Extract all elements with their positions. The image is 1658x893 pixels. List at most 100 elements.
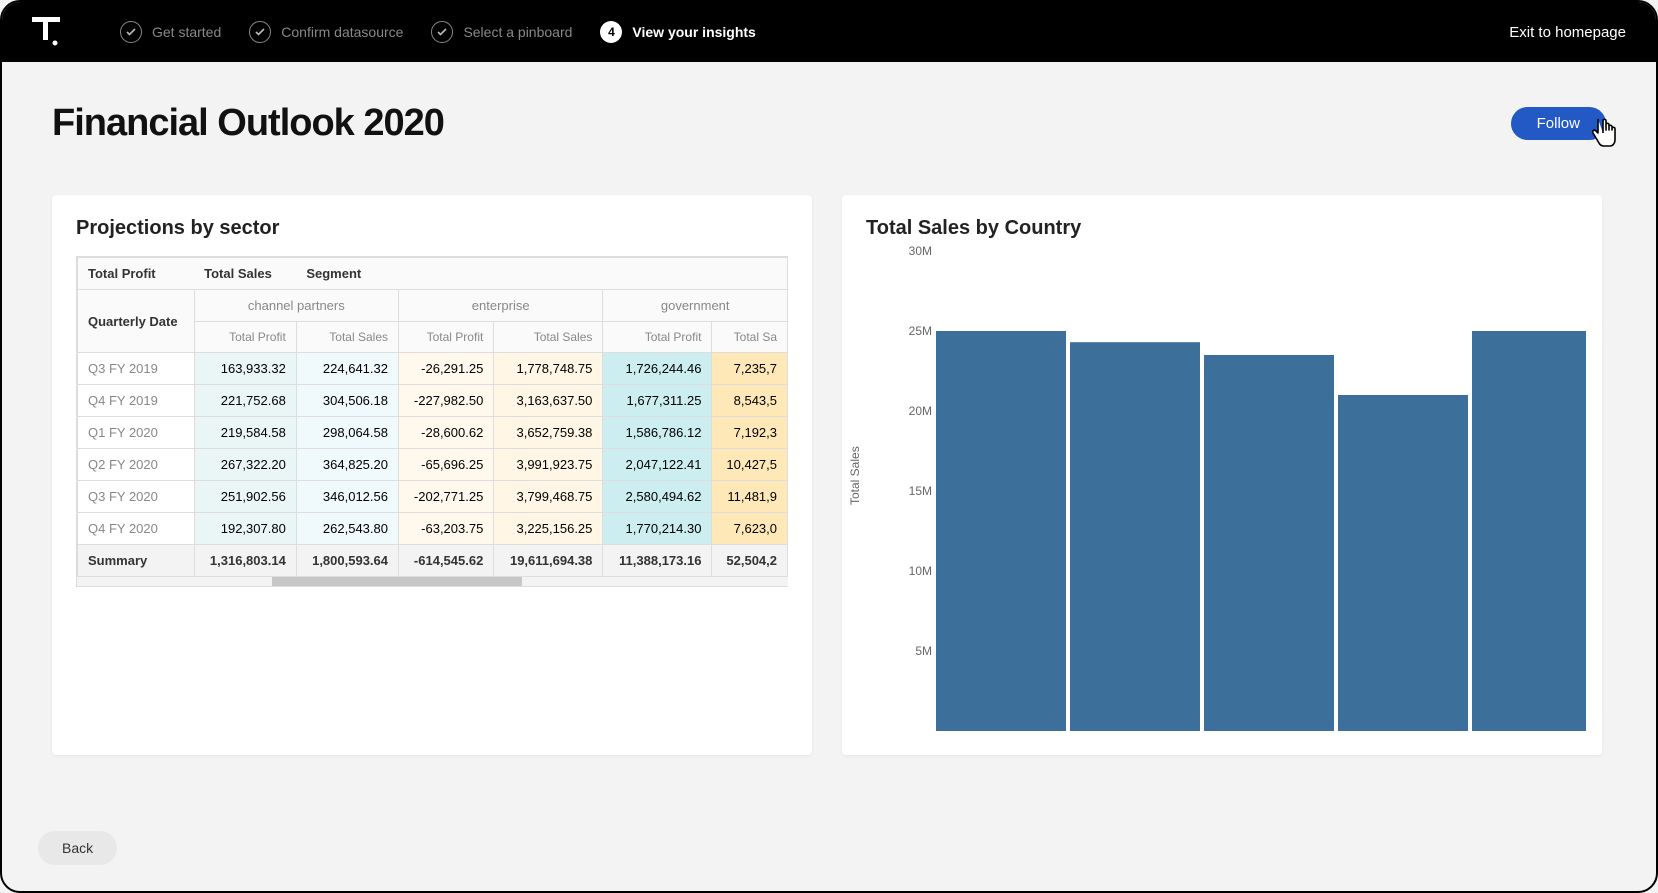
title-row: Financial Outlook 2020 Follow — [52, 102, 1606, 145]
th-segment[interactable]: Segment — [296, 258, 787, 290]
cell: 298,064.58 — [296, 417, 398, 449]
row-header: Q3 FY 2019 — [78, 353, 195, 385]
summary-cell: -614,545.62 — [399, 545, 494, 577]
page-title: Financial Outlook 2020 — [52, 102, 444, 145]
topbar: Get started Confirm datasource Select a … — [2, 2, 1656, 62]
summary-label: Summary — [78, 545, 195, 577]
cell: -65,696.25 — [399, 449, 494, 481]
logo — [32, 17, 60, 47]
cell: 364,825.20 — [296, 449, 398, 481]
y-axis-label: Total Sales — [848, 446, 862, 505]
content: Financial Outlook 2020 Follow Projection… — [2, 62, 1656, 775]
cell: 3,225,156.25 — [494, 513, 603, 545]
card-title: Total Sales by Country — [866, 217, 1578, 240]
bar[interactable] — [1070, 342, 1200, 731]
cell: 2,580,494.62 — [603, 481, 712, 513]
summary-cell: 11,388,173.16 — [603, 545, 712, 577]
back-button[interactable]: Back — [38, 831, 117, 865]
cell: 3,799,468.75 — [494, 481, 603, 513]
cell: 8,543,5 — [712, 385, 788, 417]
projections-table: Total Profit Total Sales Segment Quarter… — [77, 257, 788, 577]
cell: 2,047,122.41 — [603, 449, 712, 481]
step-label: Select a pinboard — [463, 24, 572, 40]
projections-card: Projections by sector Total Profit Total… — [52, 195, 812, 755]
cell: 3,652,759.38 — [494, 417, 603, 449]
cell: 3,163,637.50 — [494, 385, 603, 417]
cell: -28,600.62 — [399, 417, 494, 449]
cell: 1,770,214.30 — [603, 513, 712, 545]
cell: 346,012.56 — [296, 481, 398, 513]
cell: 251,902.56 — [194, 481, 296, 513]
cell: 1,586,786.12 — [603, 417, 712, 449]
table-row[interactable]: Q1 FY 2020219,584.58298,064.58-28,600.62… — [78, 417, 788, 449]
cell: 163,933.32 — [194, 353, 296, 385]
table-row[interactable]: Q3 FY 2020251,902.56346,012.56-202,771.2… — [78, 481, 788, 513]
cell: -63,203.75 — [399, 513, 494, 545]
summary-cell: 52,504,2 — [712, 545, 788, 577]
summary-cell: 1,316,803.14 — [194, 545, 296, 577]
th-sub: Total Sales — [296, 322, 398, 353]
th-total-sales[interactable]: Total Sales — [194, 258, 296, 290]
bar[interactable] — [936, 331, 1066, 731]
cell: 267,322.20 — [194, 449, 296, 481]
steps: Get started Confirm datasource Select a … — [120, 21, 756, 43]
cell: 1,726,244.46 — [603, 353, 712, 385]
cell: -227,982.50 — [399, 385, 494, 417]
cell: 7,623,0 — [712, 513, 788, 545]
row-header: Q3 FY 2020 — [78, 481, 195, 513]
bar[interactable] — [1338, 395, 1468, 731]
step-select-pinboard[interactable]: Select a pinboard — [431, 21, 572, 43]
horizontal-scrollbar[interactable] — [77, 577, 788, 586]
table-wrap: Total Profit Total Sales Segment Quarter… — [76, 256, 788, 587]
step-confirm-datasource[interactable]: Confirm datasource — [249, 21, 403, 43]
th-total-profit[interactable]: Total Profit — [78, 258, 195, 290]
cards-row: Projections by sector Total Profit Total… — [52, 195, 1606, 755]
cell: 1,677,311.25 — [603, 385, 712, 417]
cell: 11,481,9 — [712, 481, 788, 513]
th-sub: Total Sa — [712, 322, 788, 353]
cell: -202,771.25 — [399, 481, 494, 513]
step-label: Get started — [152, 24, 221, 40]
step-label: View your insights — [632, 24, 755, 40]
bar[interactable] — [1472, 331, 1586, 731]
cell: 221,752.68 — [194, 385, 296, 417]
step-get-started[interactable]: Get started — [120, 21, 221, 43]
summary-row: Summary1,316,803.141,800,593.64-614,545.… — [78, 545, 788, 577]
cell: 7,235,7 — [712, 353, 788, 385]
check-icon — [431, 21, 453, 43]
table-row[interactable]: Q2 FY 2020267,322.20364,825.20-65,696.25… — [78, 449, 788, 481]
table-row[interactable]: Q4 FY 2019221,752.68304,506.18-227,982.5… — [78, 385, 788, 417]
table-row[interactable]: Q4 FY 2020192,307.80262,543.80-63,203.75… — [78, 513, 788, 545]
cell: -26,291.25 — [399, 353, 494, 385]
cell: 192,307.80 — [194, 513, 296, 545]
cell: 224,641.32 — [296, 353, 398, 385]
step-number: 4 — [600, 21, 622, 43]
step-view-insights[interactable]: 4 View your insights — [600, 21, 755, 43]
cell: 1,778,748.75 — [494, 353, 603, 385]
exit-link[interactable]: Exit to homepage — [1509, 24, 1626, 41]
th-seg-channel[interactable]: channel partners — [194, 290, 398, 322]
sales-by-country-card: Total Sales by Country Total Sales 30M25… — [842, 195, 1602, 755]
step-label: Confirm datasource — [281, 24, 403, 40]
th-seg-government[interactable]: government — [603, 290, 788, 322]
row-header: Q4 FY 2020 — [78, 513, 195, 545]
th-sub: Total Sales — [494, 322, 603, 353]
th-quarterly-date[interactable]: Quarterly Date — [78, 290, 195, 353]
th-sub: Total Profit — [399, 322, 494, 353]
bar[interactable] — [1204, 355, 1334, 731]
table-row[interactable]: Q3 FY 2019163,933.32224,641.32-26,291.25… — [78, 353, 788, 385]
cell: 304,506.18 — [296, 385, 398, 417]
check-icon — [249, 21, 271, 43]
card-title: Projections by sector — [76, 217, 788, 240]
row-header: Q1 FY 2020 — [78, 417, 195, 449]
cursor-pointer-icon — [1590, 117, 1620, 156]
th-sub: Total Profit — [603, 322, 712, 353]
summary-cell: 1,800,593.64 — [296, 545, 398, 577]
cell: 3,991,923.75 — [494, 449, 603, 481]
check-icon — [120, 21, 142, 43]
row-header: Q2 FY 2020 — [78, 449, 195, 481]
cell: 219,584.58 — [194, 417, 296, 449]
bar-chart — [866, 251, 1586, 741]
cell: 10,427,5 — [712, 449, 788, 481]
th-seg-enterprise[interactable]: enterprise — [399, 290, 603, 322]
